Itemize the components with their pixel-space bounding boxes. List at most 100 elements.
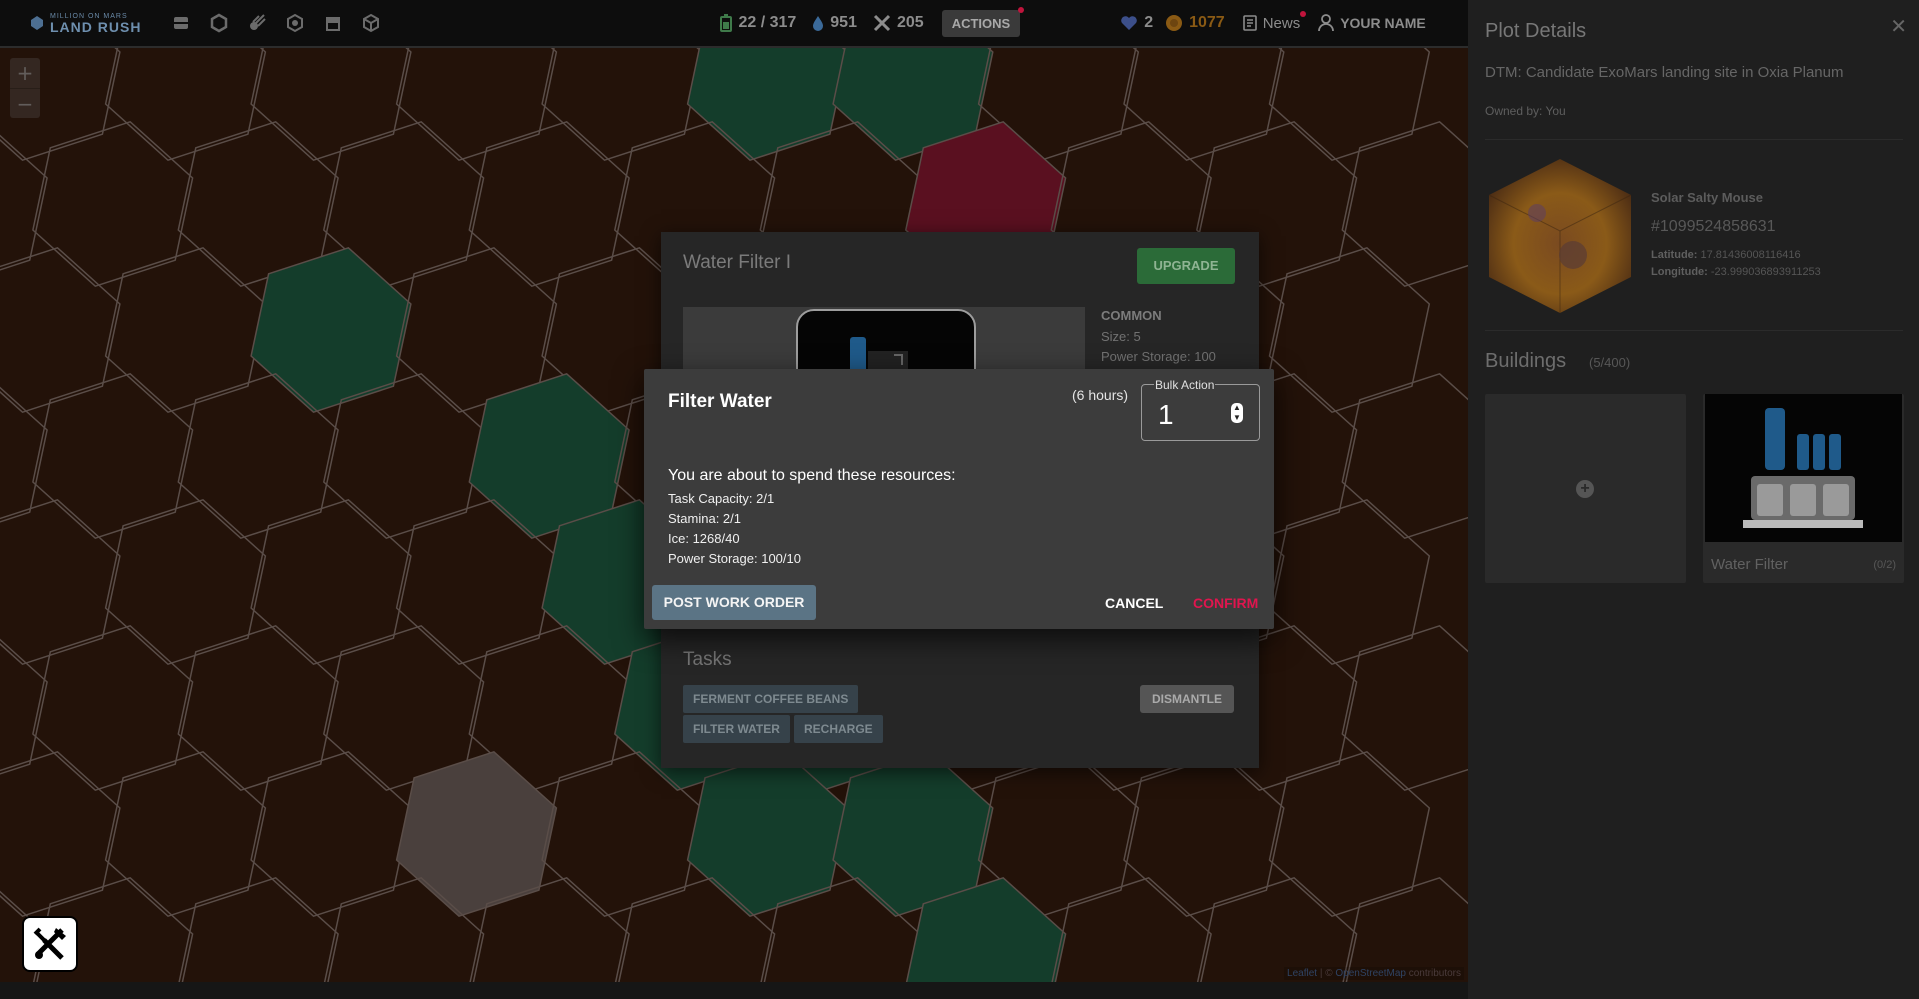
- hex-plot[interactable]: [104, 498, 267, 666]
- spend-heading: You are about to spend these resources:: [668, 467, 956, 484]
- cost-power-storage: Power Storage: 100/10: [668, 551, 801, 566]
- hex-plot[interactable]: [1268, 48, 1431, 162]
- bulk-action-field[interactable]: Bulk Action 1 ▲ ▼: [1141, 378, 1260, 441]
- hex-plot[interactable]: [395, 48, 558, 162]
- hex-plot[interactable]: [395, 750, 558, 918]
- hex-plot[interactable]: [1268, 750, 1431, 918]
- water-value: 951: [830, 14, 857, 31]
- battery-icon: [720, 14, 733, 32]
- hex-plot[interactable]: [0, 246, 121, 414]
- task-ferment-coffee-beans[interactable]: FERMENT COFFEE BEANS: [683, 685, 859, 713]
- slot-count: (0/2): [1873, 559, 1896, 571]
- gear-hex-icon[interactable]: [285, 13, 305, 33]
- hex-plot[interactable]: [468, 120, 630, 288]
- hex-plot[interactable]: [541, 48, 703, 162]
- user-icon: [1318, 14, 1335, 32]
- building-title: Water Filter I: [683, 252, 792, 273]
- heart-gem-icon: [1121, 16, 1137, 30]
- water-resource: 951: [812, 14, 857, 32]
- plot-latitude: Latitude: 17.81436008116416: [1651, 249, 1801, 261]
- hex-plot[interactable]: [32, 372, 194, 540]
- hex-plot[interactable]: [1051, 876, 1212, 982]
- add-icon: +: [1576, 480, 1594, 498]
- zoom-in-button[interactable]: +: [10, 58, 40, 88]
- dismantle-button[interactable]: DISMANTLE: [1140, 685, 1234, 713]
- bulk-action-label: Bulk Action: [1154, 378, 1216, 392]
- filter-water-dialog: Filter Water (6 hours) Bulk Action 1 ▲ ▼ …: [644, 369, 1274, 629]
- hex-plot[interactable]: [322, 372, 485, 540]
- post-work-order-button[interactable]: POST WORK ORDER: [652, 585, 816, 620]
- user-menu[interactable]: YOUR NAME: [1318, 14, 1426, 32]
- zoom-control: + −: [10, 58, 40, 118]
- add-building-slot[interactable]: +: [1485, 394, 1686, 583]
- storage-icon[interactable]: [171, 13, 191, 33]
- hex-plot[interactable]: [1341, 624, 1468, 792]
- news-link[interactable]: News: [1242, 10, 1307, 32]
- hex-plot[interactable]: [1268, 246, 1431, 414]
- upgrade-button[interactable]: UPGRADE: [1137, 248, 1235, 284]
- cube-icon[interactable]: [361, 13, 381, 33]
- task-filter-water[interactable]: FILTER WATER: [683, 715, 790, 743]
- hex-plot[interactable]: [1341, 120, 1468, 288]
- osm-link[interactable]: OpenStreetMap: [1335, 968, 1406, 979]
- hex-plot[interactable]: [1123, 750, 1285, 918]
- plot-longitude: Longitude: -23.999036893911253: [1651, 266, 1821, 278]
- build-tools-button[interactable]: [22, 916, 78, 972]
- dialog-title: Filter Water: [668, 391, 772, 412]
- plot-owner: Owned by: You: [1485, 104, 1566, 118]
- hex-plot[interactable]: [104, 48, 267, 162]
- water-filter-image: [850, 337, 908, 377]
- hex-plot[interactable]: [104, 246, 267, 414]
- stepper-icon[interactable]: ▲ ▼: [1231, 403, 1243, 423]
- hex-plot[interactable]: [178, 876, 339, 982]
- task-duration: (6 hours): [1072, 387, 1129, 403]
- hex-plot[interactable]: [686, 48, 849, 162]
- confirm-button[interactable]: CONFIRM: [1193, 595, 1258, 611]
- zoom-out-button[interactable]: −: [10, 88, 40, 119]
- tools-resource: 205: [873, 14, 924, 32]
- hex-plot[interactable]: [1123, 48, 1285, 162]
- plot-id: #1099524858631: [1651, 218, 1776, 235]
- building-image-frame: [796, 309, 976, 377]
- leaflet-link[interactable]: Leaflet: [1287, 968, 1317, 979]
- actions-button[interactable]: ACTIONS: [941, 6, 1025, 37]
- divider: [1485, 330, 1903, 331]
- gems-value: 2: [1144, 14, 1154, 31]
- cost-ice: Ice: 1268/40: [668, 531, 740, 546]
- user-name: YOUR NAME: [1340, 15, 1426, 31]
- plot-subtitle: DTM: Candidate ExoMars landing site in O…: [1485, 64, 1844, 81]
- plot-name: Solar Salty Mouse: [1651, 190, 1763, 205]
- hex-plot[interactable]: [0, 498, 121, 666]
- energy-value: 22 / 317: [738, 14, 797, 31]
- hex-plot[interactable]: [32, 120, 194, 288]
- cost-stamina: Stamina: 2/1: [668, 511, 741, 526]
- nav-icons: [171, 13, 381, 33]
- app-logo[interactable]: MILLION ON MARS LAND RUSH: [30, 13, 141, 34]
- hex-plot[interactable]: [250, 498, 412, 666]
- gems-counter[interactable]: 2: [1120, 14, 1153, 32]
- hex-plot[interactable]: [177, 624, 339, 792]
- task-recharge[interactable]: RECHARGE: [794, 715, 883, 743]
- hexagon-icon[interactable]: [209, 13, 229, 33]
- terrain-cube-image: [1488, 159, 1632, 313]
- hex-plot[interactable]: [32, 624, 194, 792]
- hex-plot[interactable]: [1268, 498, 1431, 666]
- hammer-wrench-icon: [33, 927, 66, 960]
- meteor-icon[interactable]: [247, 13, 267, 33]
- hex-plot[interactable]: [250, 750, 412, 918]
- buildings-count: (5/400): [1589, 355, 1631, 370]
- hex-plot[interactable]: [250, 48, 412, 162]
- hex-plot[interactable]: [0, 750, 121, 918]
- shop-icon[interactable]: [323, 13, 343, 33]
- news-notification-dot: [1300, 10, 1307, 17]
- hex-plot[interactable]: [1341, 372, 1468, 540]
- coins-counter[interactable]: 1077: [1165, 14, 1225, 32]
- building-slot-water-filter[interactable]: Water Filter (0/2): [1703, 394, 1904, 583]
- hex-plot[interactable]: [104, 750, 267, 918]
- cost-task-capacity: Task Capacity: 2/1: [668, 491, 775, 506]
- hex-plot[interactable]: [250, 246, 412, 414]
- tasks-heading: Tasks: [683, 649, 732, 670]
- close-icon[interactable]: ✕: [1890, 14, 1907, 39]
- cancel-button[interactable]: CANCEL: [1105, 595, 1163, 611]
- bulk-action-input[interactable]: 1: [1158, 399, 1174, 431]
